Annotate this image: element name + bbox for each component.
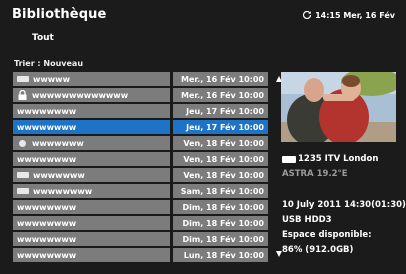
recording-date[interactable]: Sam, 18 Fév 10:00	[173, 184, 268, 198]
recording-title: wwwwwwww	[17, 234, 77, 244]
recording-title: wwwwwwww	[17, 202, 77, 212]
recording-row[interactable]: wwwww Mer., 16 Fév 10:00	[13, 72, 272, 86]
recording-title: wwwwwwww	[17, 122, 77, 132]
storage-device: USB HDD3	[282, 215, 332, 225]
free-space-value: 86% (912.0GB)	[282, 245, 354, 255]
video-preview	[281, 72, 396, 142]
recording-row[interactable]: wwwwwwww Dim, 18 Fév 10:00	[13, 200, 272, 214]
recording-date[interactable]: Ven, 18 Fév 10:00	[173, 168, 268, 182]
recording-row[interactable]: wwwwwww Ven, 18 Fév 10:00	[13, 168, 272, 182]
recording-date[interactable]: Dim, 18 Fév 10:00	[173, 216, 268, 230]
recording-datetime: 10 July 2011 14:30(01:30)	[282, 200, 406, 210]
recording-title: wwwwwwww	[33, 186, 93, 196]
recording-row[interactable]: wwwwwwww Sam, 18 Fév 10:00	[13, 184, 272, 198]
recording-title: wwwwwwww	[17, 250, 77, 260]
recording-type-icon	[17, 188, 29, 194]
recording-date[interactable]: Ven, 18 Fév 10:00	[173, 152, 268, 166]
channel-info: 1235 ITV London	[282, 154, 378, 164]
recording-title: wwwwwwwwwwwww	[32, 90, 129, 100]
recording-date[interactable]: Jeu, 17 Fév 10:00	[173, 104, 268, 118]
recording-date[interactable]: Dim, 18 Fév 10:00	[173, 200, 268, 214]
recording-row[interactable]: wwwwwwww Ven, 18 Fév 10:00	[13, 152, 272, 166]
recording-title-cell[interactable]: wwwwwwww	[13, 120, 170, 134]
recording-row[interactable]: wwwwwww Ven, 18 Fév 10:00	[13, 136, 272, 150]
recording-row[interactable]: wwwwwwwwwwwww Mer., 16 Fév 10:00	[13, 88, 272, 102]
recording-title-cell[interactable]: wwwwwwwwwwwww	[13, 88, 170, 102]
page-title: Bibliothèque	[12, 7, 107, 22]
satellite-info: ASTRA 19.2°E	[282, 169, 348, 179]
recording-title-cell[interactable]: wwwwwwww	[13, 248, 170, 262]
recording-title-cell[interactable]: wwwwwww	[13, 136, 170, 150]
recording-title: wwwww	[33, 74, 70, 84]
recording-title: wwwwwwww	[17, 218, 77, 228]
recording-date[interactable]: Dim, 18 Fév 10:00	[173, 232, 268, 246]
recording-title-cell[interactable]: wwwwwww	[13, 168, 170, 182]
tv-icon	[282, 155, 296, 163]
recording-title: wwwwwww	[32, 138, 84, 148]
recording-row[interactable]: wwwwwwww Jeu, 17 Fév 10:00	[13, 104, 272, 118]
recording-type-icon	[17, 76, 29, 82]
preview-image	[281, 72, 396, 142]
recording-title-cell[interactable]: wwwwwwww	[13, 216, 170, 230]
recording-row[interactable]: wwwwwwww Lun, 18 Fév 10:00	[13, 248, 272, 262]
lock-icon	[18, 90, 27, 100]
recordings-list: wwwww Mer., 16 Fév 10:00 wwwwwwwwwwwww Mer.…	[13, 72, 272, 264]
free-space-label: Espace disponible:	[282, 230, 372, 240]
refresh-icon	[303, 10, 312, 20]
filter-label[interactable]: Tout	[32, 33, 54, 43]
recording-title-cell[interactable]: wwwwwwww	[13, 104, 170, 118]
recording-title-cell[interactable]: wwwwwwww	[13, 184, 170, 198]
recording-date[interactable]: Jeu, 17 Fév 10:00	[173, 120, 268, 134]
sort-label[interactable]: Trier : Nouveau	[14, 59, 83, 68]
clock: 14:15 Mer, 16 Fév	[302, 10, 395, 20]
recording-title: wwwwwwww	[17, 154, 77, 164]
recording-date[interactable]: Ven, 18 Fév 10:00	[173, 136, 268, 150]
recording-date[interactable]: Mer., 16 Fév 10:00	[173, 88, 268, 102]
recording-row[interactable]: wwwwwwww Dim, 18 Fév 10:00	[13, 216, 272, 230]
recording-date[interactable]: Lun, 18 Fév 10:00	[173, 248, 268, 262]
recording-title: wwwwwwww	[17, 106, 77, 116]
record-dot-icon	[19, 139, 26, 147]
channel-name: 1235 ITV London	[298, 154, 379, 164]
recording-title-cell[interactable]: wwwww	[13, 72, 170, 86]
clock-text: 14:15 Mer, 16 Fév	[315, 10, 395, 20]
recording-title: wwwwwww	[33, 170, 85, 180]
recording-title-cell[interactable]: wwwwwwww	[13, 200, 170, 214]
recording-title-cell[interactable]: wwwwwwww	[13, 232, 170, 246]
recording-title-cell[interactable]: wwwwwwww	[13, 152, 170, 166]
recording-date[interactable]: Mer., 16 Fév 10:00	[173, 72, 268, 86]
recording-type-icon	[17, 172, 29, 178]
recording-row[interactable]: wwwwwwww Jeu, 17 Fév 10:00	[13, 120, 272, 134]
recording-row[interactable]: wwwwwwww Dim, 18 Fév 10:00	[13, 232, 272, 246]
